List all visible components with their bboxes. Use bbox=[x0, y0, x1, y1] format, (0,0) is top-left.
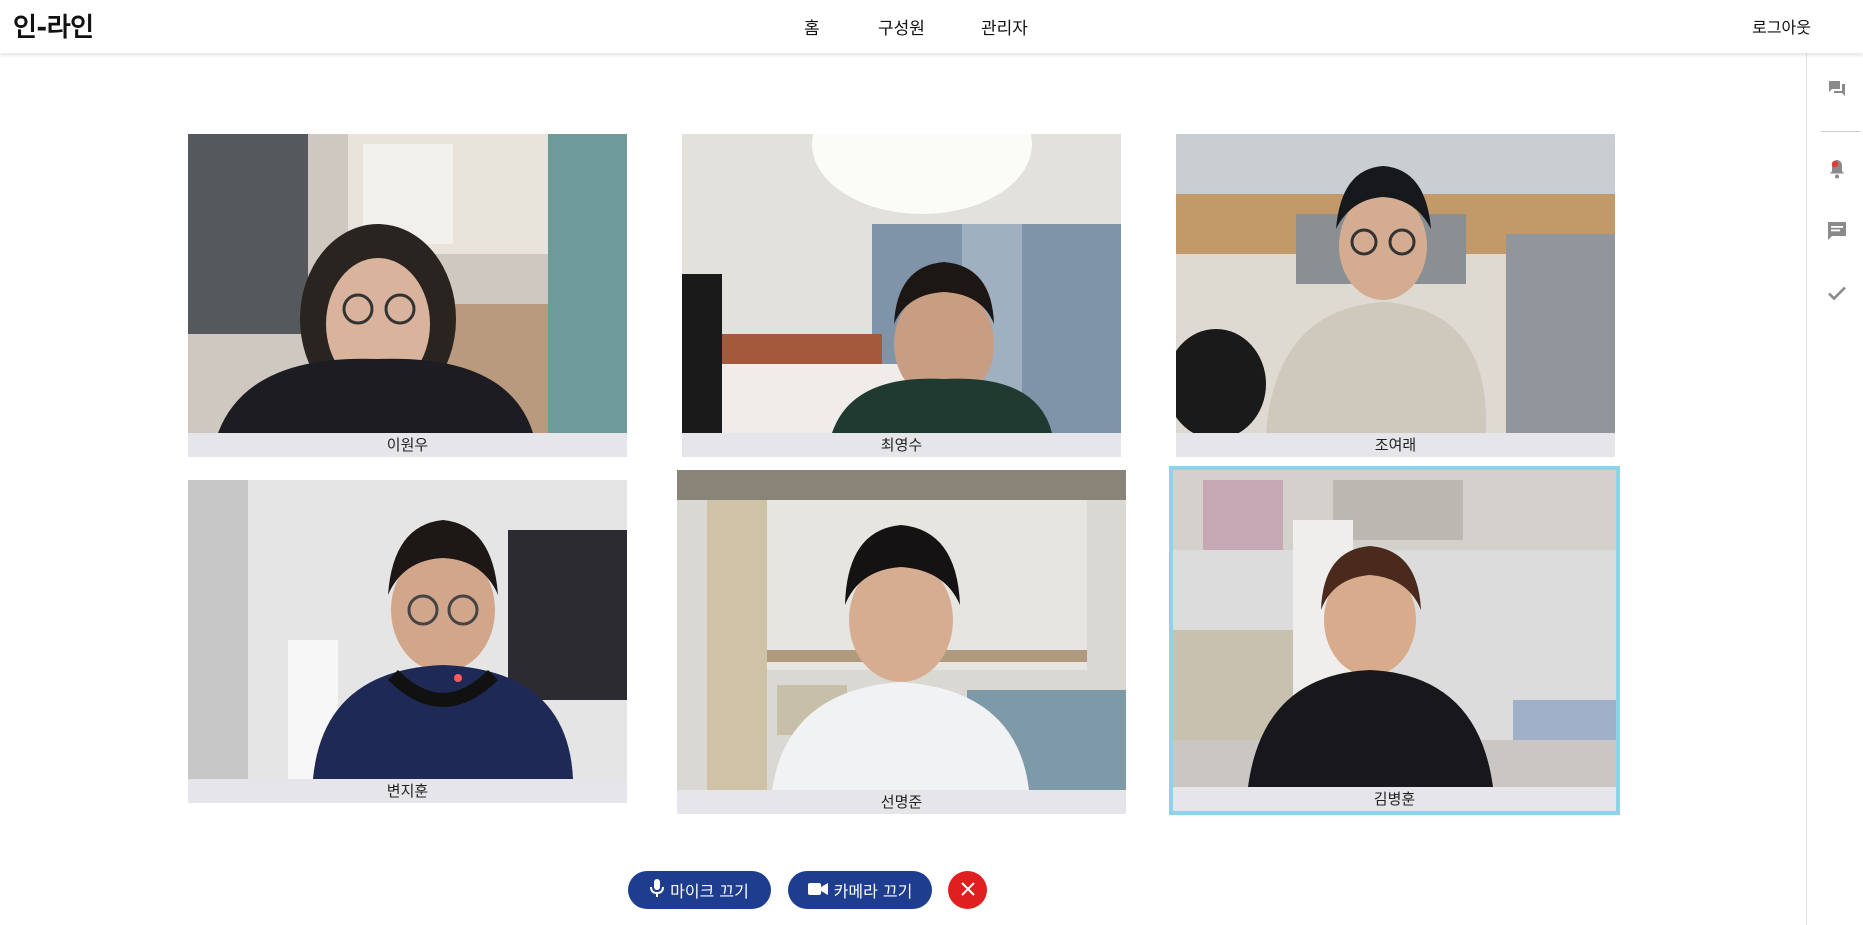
participant-tile[interactable]: 변지훈 bbox=[188, 480, 627, 803]
mic-toggle-button[interactable]: 마이크 끄기 bbox=[628, 871, 771, 909]
video-feed bbox=[188, 134, 627, 433]
participant-name: 변지훈 bbox=[188, 779, 627, 803]
participant-name: 김병훈 bbox=[1173, 787, 1616, 811]
notification-bell-icon[interactable] bbox=[1825, 157, 1849, 181]
close-icon bbox=[960, 881, 975, 900]
chat-bubbles-icon[interactable] bbox=[1825, 77, 1849, 101]
leave-call-button[interactable] bbox=[948, 871, 987, 909]
message-icon[interactable] bbox=[1825, 219, 1849, 243]
participant-name: 선명준 bbox=[677, 790, 1126, 814]
participant-tile-speaking[interactable]: 김병훈 bbox=[1169, 466, 1620, 815]
sidebar-divider bbox=[1821, 131, 1861, 132]
top-bar: 인-라인 홈 구성원 관리자 로그아웃 bbox=[0, 0, 1863, 53]
participant-name: 최영수 bbox=[682, 433, 1121, 457]
participant-tile[interactable]: 조여래 bbox=[1176, 134, 1615, 457]
camera-toggle-button[interactable]: 카메라 끄기 bbox=[788, 871, 932, 909]
right-sidebar bbox=[1806, 53, 1863, 925]
nav-admin[interactable]: 관리자 bbox=[981, 14, 1028, 39]
video-camera-icon bbox=[807, 881, 828, 900]
video-feed bbox=[682, 134, 1121, 433]
notification-dot bbox=[1831, 160, 1839, 168]
participant-tile[interactable]: 이원우 bbox=[188, 134, 627, 457]
app-logo[interactable]: 인-라인 bbox=[13, 7, 94, 44]
video-feed bbox=[677, 470, 1126, 790]
camera-toggle-label: 카메라 끄기 bbox=[833, 882, 913, 901]
participant-name: 이원우 bbox=[188, 433, 627, 457]
video-feed bbox=[188, 480, 627, 779]
video-feed bbox=[1173, 470, 1616, 787]
nav-home[interactable]: 홈 bbox=[804, 14, 820, 39]
check-icon[interactable] bbox=[1825, 281, 1849, 305]
participant-name: 조여래 bbox=[1176, 433, 1615, 457]
mic-toggle-label: 마이크 끄기 bbox=[670, 882, 749, 901]
participant-tile[interactable]: 선명준 bbox=[677, 470, 1126, 814]
nav-members[interactable]: 구성원 bbox=[878, 14, 925, 39]
video-feed bbox=[1176, 134, 1615, 433]
microphone-icon bbox=[650, 879, 665, 901]
participant-tile[interactable]: 최영수 bbox=[682, 134, 1121, 457]
logout-link[interactable]: 로그아웃 bbox=[1752, 14, 1811, 38]
